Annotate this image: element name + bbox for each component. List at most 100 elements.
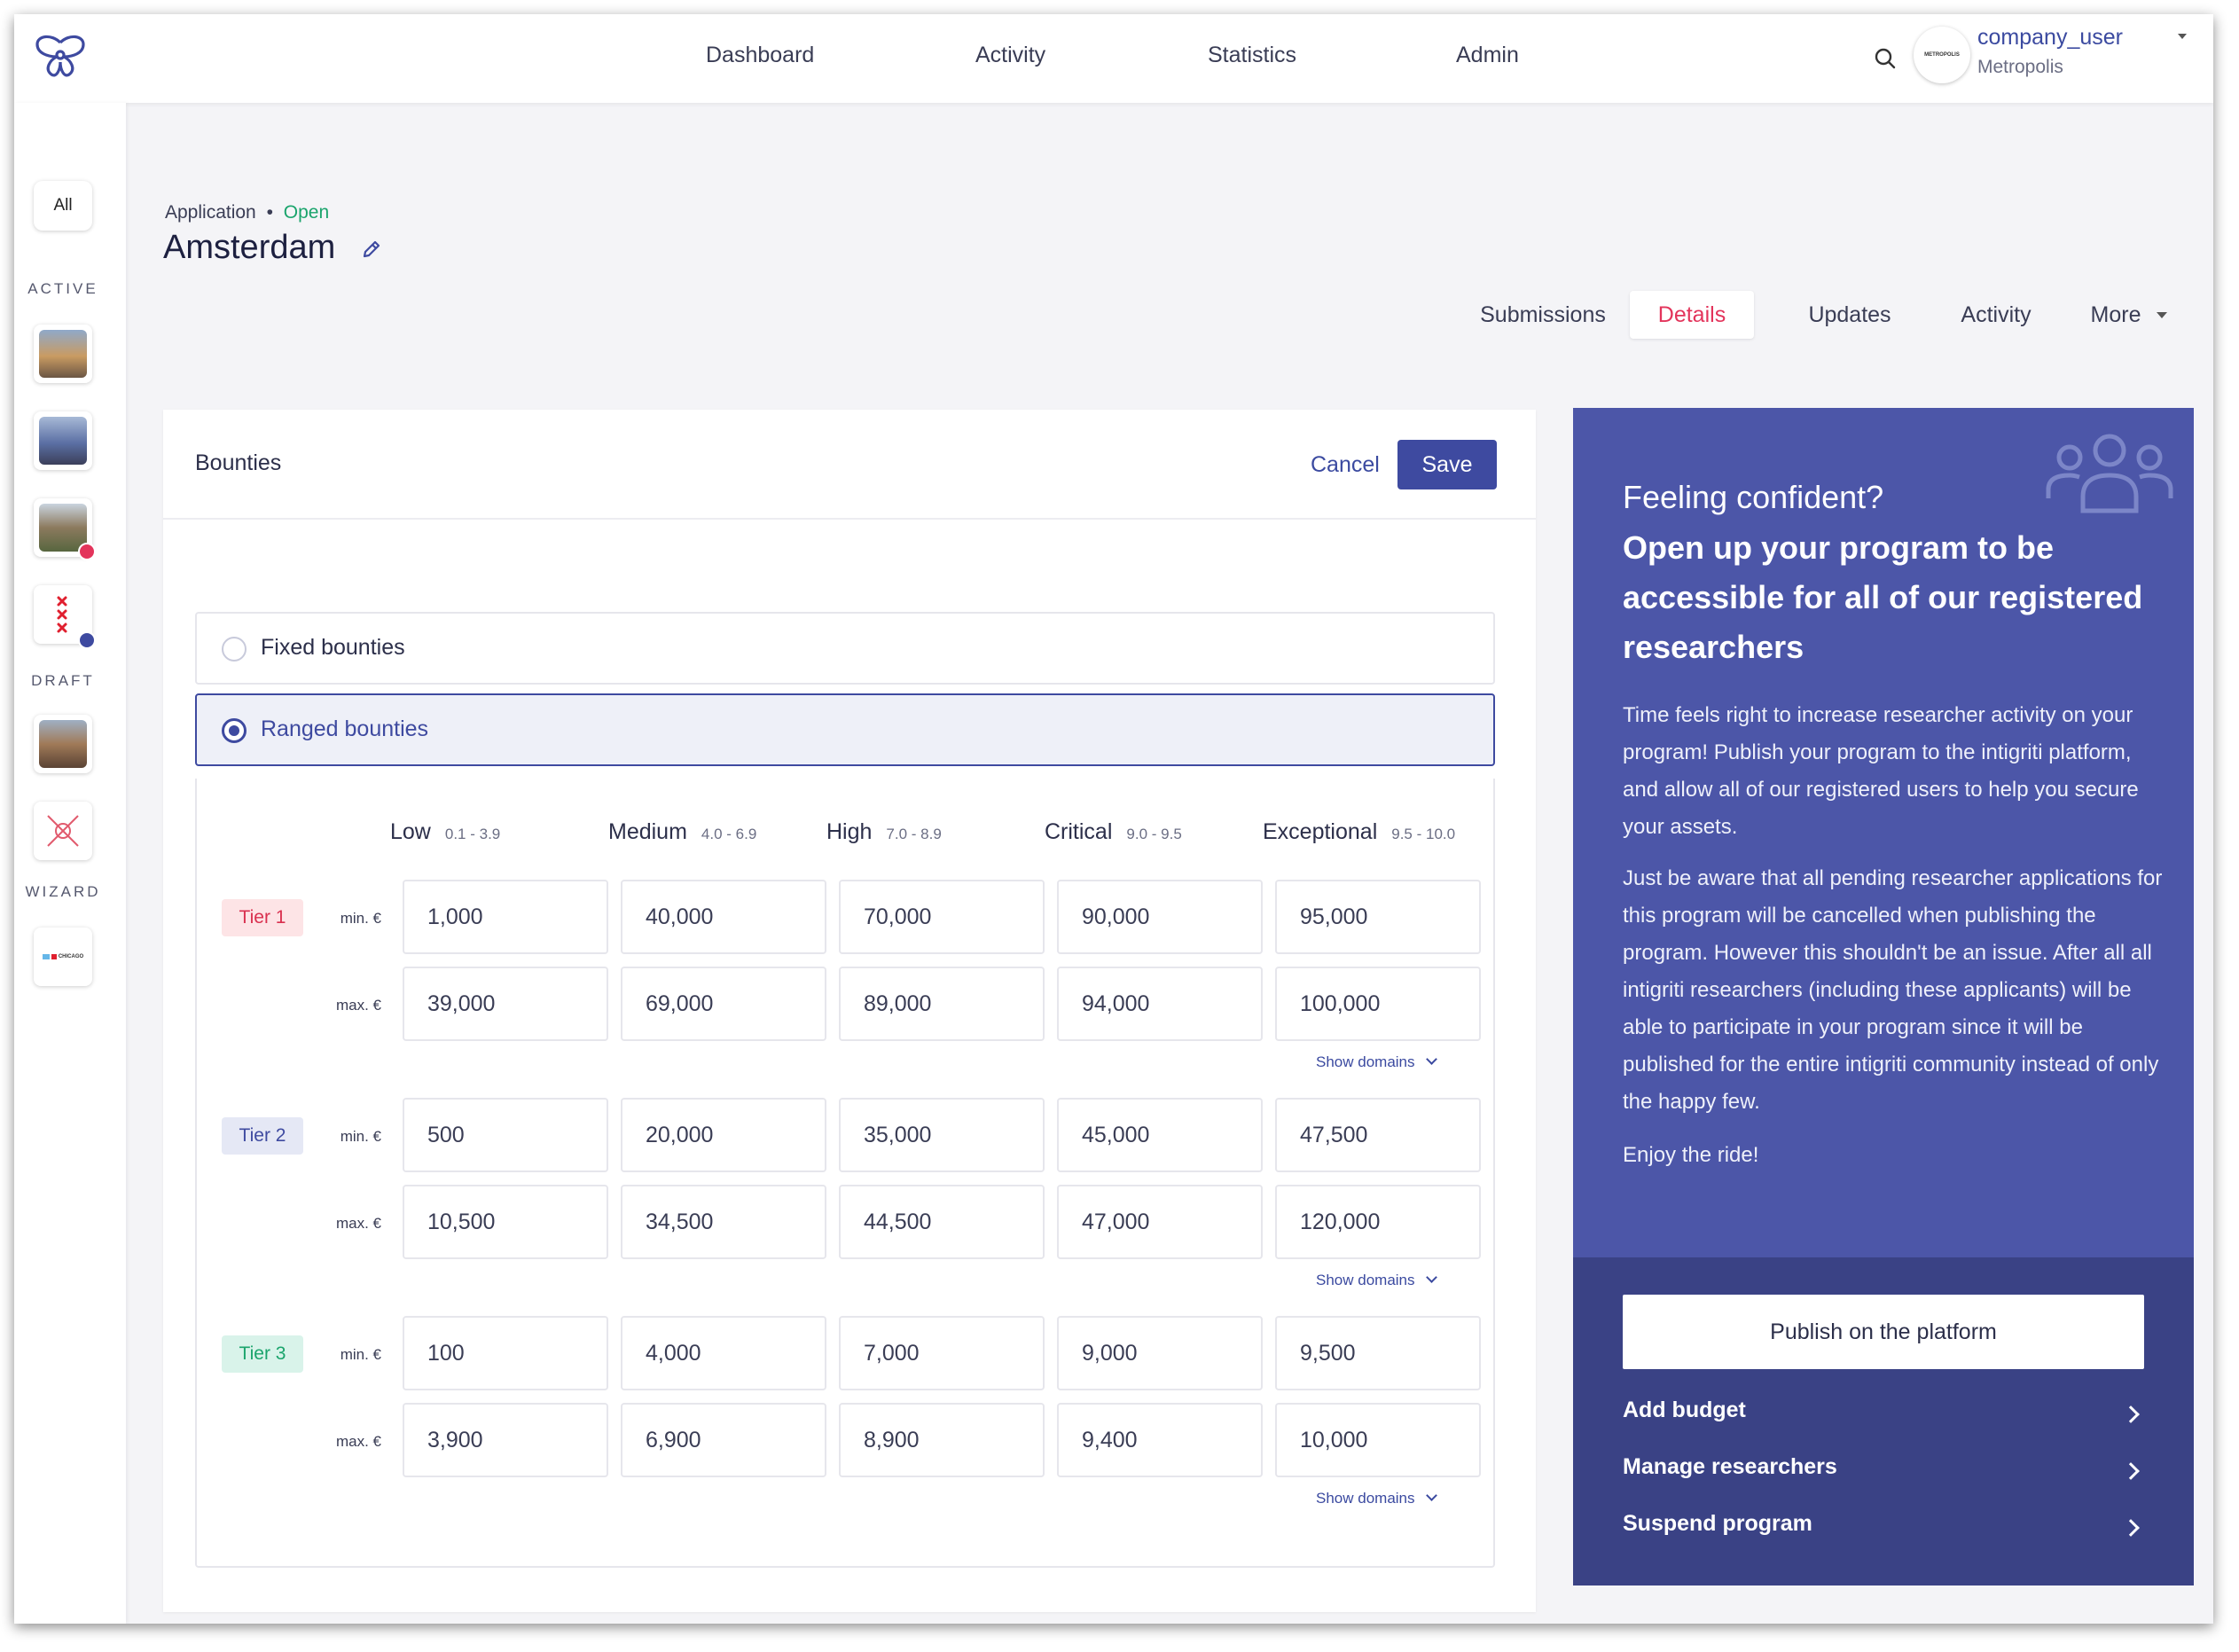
tier2-critical-min-input[interactable] <box>1057 1098 1263 1172</box>
suspend-program-link[interactable]: Suspend program <box>1623 1511 2144 1554</box>
column-range: 0.1 - 3.9 <box>444 826 501 842</box>
tier3-exceptional-max-input[interactable] <box>1275 1403 1481 1477</box>
intigriti-logo-icon[interactable] <box>32 30 89 83</box>
show-domains-label: Show domains <box>1316 1490 1415 1507</box>
sidebar-program-2[interactable] <box>34 411 92 470</box>
tier2-low-max-input[interactable] <box>403 1185 608 1259</box>
tab-more[interactable]: More <box>2071 291 2187 339</box>
tier3-critical-min-input[interactable] <box>1057 1316 1263 1390</box>
amsterdam-crosses-icon <box>57 596 67 633</box>
page-title: Amsterdam <box>163 229 336 266</box>
publish-promo-panel: Feeling confident? Open up your program … <box>1573 408 2194 1585</box>
cancel-button[interactable]: Cancel <box>1300 440 1390 489</box>
fixed-bounties-label: Fixed bounties <box>261 635 405 660</box>
program-thumbnail-icon <box>39 720 87 768</box>
tier3-critical-max-input[interactable] <box>1057 1403 1263 1477</box>
tier3-medium-max-input[interactable] <box>621 1403 826 1477</box>
search-icon[interactable] <box>1867 41 1903 76</box>
column-range: 4.0 - 6.9 <box>701 826 757 842</box>
add-budget-link[interactable]: Add budget <box>1623 1398 2144 1440</box>
notification-dot <box>78 543 96 560</box>
tier3-high-max-input[interactable] <box>839 1403 1045 1477</box>
tier1-medium-max-input[interactable] <box>621 967 826 1041</box>
tier2-medium-max-input[interactable] <box>621 1185 826 1259</box>
nav-admin[interactable]: Admin <box>1456 43 1519 68</box>
show-domains-link[interactable]: Show domains <box>1316 1272 1437 1289</box>
tier1-high-max-input[interactable] <box>839 967 1045 1041</box>
tier2-low-min-input[interactable] <box>403 1098 608 1172</box>
tier3-high-min-input[interactable] <box>839 1316 1045 1390</box>
column-header-high: High 7.0 - 8.9 <box>826 819 942 845</box>
tier1-medium-min-input[interactable] <box>621 880 826 954</box>
fixed-bounties-option[interactable]: Fixed bounties <box>195 612 1495 685</box>
sidebar-draft-2[interactable] <box>34 802 92 860</box>
program-logo-icon <box>47 815 79 847</box>
sidebar-item-all[interactable]: All <box>34 181 92 231</box>
tier1-exceptional-max-input[interactable] <box>1275 967 1481 1041</box>
tier-badge: Tier 2 <box>222 1117 303 1155</box>
max-label: max. € <box>335 1215 381 1232</box>
nav-dashboard[interactable]: Dashboard <box>706 43 814 68</box>
tier-badge: Tier 3 <box>222 1335 303 1373</box>
tab-updates[interactable]: Updates <box>1779 291 1921 339</box>
link-label: Manage researchers <box>1623 1454 1837 1479</box>
column-label: High <box>826 819 873 844</box>
max-label: max. € <box>335 997 381 1014</box>
avatar[interactable]: METROPOLIS <box>1914 27 1970 83</box>
bounties-card: Bounties Cancel Save Fixed bounties Rang… <box>163 410 1536 1612</box>
bounties-card-header: Bounties Cancel Save <box>163 410 1536 520</box>
tier3-medium-min-input[interactable] <box>621 1316 826 1390</box>
program-thumbnail-icon <box>39 504 87 552</box>
tier3-low-min-input[interactable] <box>403 1316 608 1390</box>
tab-activity[interactable]: Activity <box>1930 291 2063 339</box>
pencil-icon[interactable] <box>360 238 383 261</box>
tier2-high-max-input[interactable] <box>839 1185 1045 1259</box>
tier2-critical-max-input[interactable] <box>1057 1185 1263 1259</box>
show-domains-label: Show domains <box>1316 1272 1415 1288</box>
tier1-low-max-input[interactable] <box>403 967 608 1041</box>
sidebar-draft-1[interactable] <box>34 715 92 773</box>
ranged-bounties-option[interactable]: Ranged bounties <box>195 693 1495 766</box>
tier3-exceptional-min-input[interactable] <box>1275 1316 1481 1390</box>
column-range: 9.0 - 9.5 <box>1126 826 1182 842</box>
tier3-low-max-input[interactable] <box>403 1403 608 1477</box>
tier1-critical-min-input[interactable] <box>1057 880 1263 954</box>
sidebar-section-active: ACTIVE <box>27 280 98 297</box>
chevron-down-icon <box>2157 311 2168 318</box>
link-label: Add budget <box>1623 1398 1746 1422</box>
chevron-down-icon <box>1425 1490 1437 1501</box>
nav-activity[interactable]: Activity <box>975 43 1045 68</box>
breadcrumb: Application • Open <box>165 202 329 223</box>
chevron-down-icon[interactable] <box>2178 34 2187 39</box>
ranged-bounties-radio[interactable] <box>222 718 247 743</box>
tier1-low-min-input[interactable] <box>403 880 608 954</box>
tier2-exceptional-min-input[interactable] <box>1275 1098 1481 1172</box>
user-name[interactable]: company_user <box>1977 25 2123 51</box>
fixed-bounties-radio[interactable] <box>222 637 247 662</box>
manage-researchers-link[interactable]: Manage researchers <box>1623 1454 2144 1497</box>
chicago-logo-text: CHICAGO <box>58 954 84 959</box>
nav-statistics[interactable]: Statistics <box>1208 43 1296 68</box>
sidebar-program-1[interactable] <box>34 325 92 383</box>
tier1-exceptional-min-input[interactable] <box>1275 880 1481 954</box>
tier1-high-min-input[interactable] <box>839 880 1045 954</box>
max-label: max. € <box>335 1433 381 1450</box>
ranged-bounties-label: Ranged bounties <box>261 716 429 741</box>
tier2-high-min-input[interactable] <box>839 1098 1045 1172</box>
show-domains-link[interactable]: Show domains <box>1316 1490 1437 1507</box>
tier-badge: Tier 1 <box>222 899 303 936</box>
promo-paragraph: Enjoy the ride! <box>1623 1143 1759 1167</box>
column-header-medium: Medium 4.0 - 6.9 <box>608 819 756 845</box>
promo-title: Open up your program to be accessible fo… <box>1623 529 2143 665</box>
tier2-exceptional-max-input[interactable] <box>1275 1185 1481 1259</box>
show-domains-link[interactable]: Show domains <box>1316 1053 1437 1071</box>
tab-submissions[interactable]: Submissions <box>1454 291 1632 339</box>
sidebar-wizard-1[interactable]: CHICAGO <box>34 928 92 986</box>
save-button[interactable]: Save <box>1397 440 1497 489</box>
tier1-critical-max-input[interactable] <box>1057 967 1263 1041</box>
publish-button[interactable]: Publish on the platform <box>1623 1295 2144 1369</box>
tier2-medium-min-input[interactable] <box>621 1098 826 1172</box>
min-label: min. € <box>340 1346 381 1363</box>
tab-details[interactable]: Details <box>1630 291 1754 339</box>
column-label: Exceptional <box>1263 819 1378 844</box>
